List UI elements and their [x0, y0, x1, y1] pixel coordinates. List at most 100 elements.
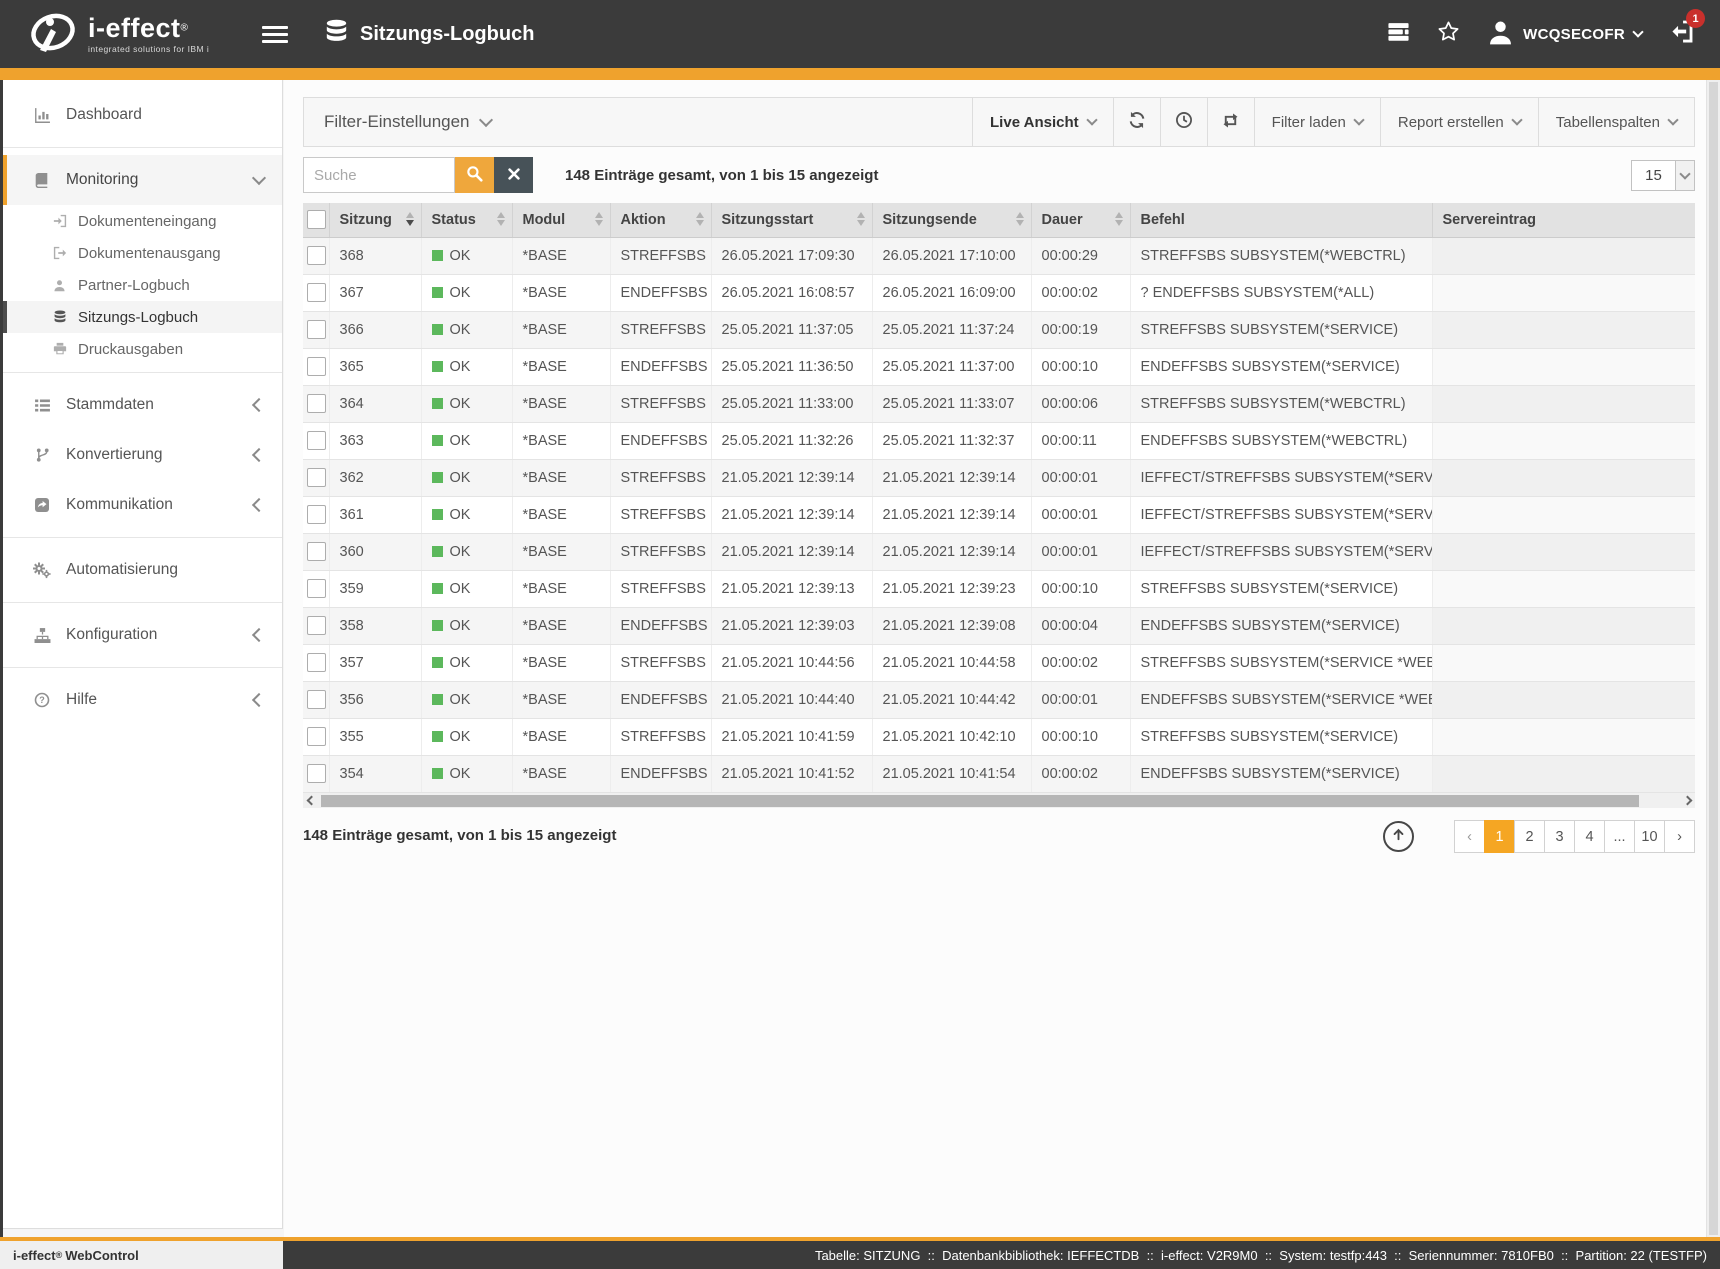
row-checkbox[interactable]: [307, 246, 326, 265]
page-button-1[interactable]: 1: [1484, 820, 1515, 853]
sidebar-item-hilfe[interactable]: ?Hilfe: [3, 675, 282, 725]
row-checkbox[interactable]: [307, 653, 326, 672]
scroll-right-arrow-icon[interactable]: [1679, 793, 1695, 808]
notification-badge[interactable]: 1: [1686, 9, 1705, 28]
live-view-button[interactable]: Live Ansicht: [972, 98, 1113, 146]
row-checkbox[interactable]: [307, 727, 326, 746]
select-all-checkbox[interactable]: [307, 210, 326, 229]
row-checkbox[interactable]: [307, 283, 326, 302]
page-button-10[interactable]: 10: [1634, 820, 1665, 853]
scroll-to-top-button[interactable]: [1383, 821, 1414, 852]
vertical-scrollbar[interactable]: [1706, 80, 1720, 1237]
column-header-status[interactable]: Status: [421, 203, 512, 237]
row-checkbox[interactable]: [307, 542, 326, 561]
table-row[interactable]: 357OK*BASESTREFFSBS21.05.2021 10:44:5621…: [303, 644, 1695, 681]
sort-icon[interactable]: [595, 212, 603, 226]
cell-sitzung: 360: [329, 533, 421, 570]
row-checkbox[interactable]: [307, 690, 326, 709]
scrollbar-thumb[interactable]: [1709, 82, 1718, 1235]
sidebar-item-monitoring[interactable]: Monitoring: [3, 155, 282, 205]
cell-aktion: STREFFSBS: [610, 385, 711, 422]
page-button-2[interactable]: 2: [1514, 820, 1545, 853]
table-row[interactable]: 363OK*BASEENDEFFSBS25.05.2021 11:32:2625…: [303, 422, 1695, 459]
clear-search-button[interactable]: [494, 157, 533, 193]
sidebar-item-dashboard[interactable]: Dashboard: [3, 90, 282, 140]
table-row[interactable]: 365OK*BASEENDEFFSBS25.05.2021 11:36:5025…: [303, 348, 1695, 385]
app-logo[interactable]: i-effect® integrated solutions for IBM i: [28, 9, 240, 60]
refresh-button[interactable]: [1113, 98, 1160, 146]
table-row[interactable]: 359OK*BASESTREFFSBS21.05.2021 12:39:1321…: [303, 570, 1695, 607]
column-header-ende[interactable]: Sitzungsende: [872, 203, 1031, 237]
cell-modul: *BASE: [512, 274, 610, 311]
column-header-start[interactable]: Sitzungsstart: [711, 203, 872, 237]
cell-dauer: 00:00:10: [1031, 348, 1130, 385]
sidebar-item-konvertierung[interactable]: Konvertierung: [3, 430, 282, 480]
row-checkbox[interactable]: [307, 468, 326, 487]
cell-modul: *BASE: [512, 237, 610, 274]
column-header-aktion[interactable]: Aktion: [610, 203, 711, 237]
sort-icon[interactable]: [1115, 212, 1123, 226]
logout-button[interactable]: 1: [1669, 19, 1694, 49]
page-button-4[interactable]: 4: [1574, 820, 1605, 853]
sort-icon[interactable]: [696, 212, 704, 226]
column-header-modul[interactable]: Modul: [512, 203, 610, 237]
cell-start: 21.05.2021 10:44:40: [711, 681, 872, 718]
column-header-dauer[interactable]: Dauer: [1031, 203, 1130, 237]
filter-load-button[interactable]: Filter laden: [1254, 98, 1380, 146]
row-checkbox[interactable]: [307, 764, 326, 783]
table-row[interactable]: 368OK*BASESTREFFSBS26.05.2021 17:09:3026…: [303, 237, 1695, 274]
transpose-button[interactable]: [1207, 98, 1254, 146]
table-row[interactable]: 362OK*BASESTREFFSBS21.05.2021 12:39:1421…: [303, 459, 1695, 496]
column-header-sitzung[interactable]: Sitzung: [329, 203, 421, 237]
sidebar-item-dokumenteneingang[interactable]: Dokumenteneingang: [3, 205, 282, 237]
row-checkbox[interactable]: [307, 320, 326, 339]
page-prev-button[interactable]: ‹: [1454, 820, 1485, 853]
row-checkbox[interactable]: [307, 431, 326, 450]
search-button[interactable]: [455, 157, 494, 193]
table-row[interactable]: 366OK*BASESTREFFSBS25.05.2021 11:37:0525…: [303, 311, 1695, 348]
table-row[interactable]: 361OK*BASESTREFFSBS21.05.2021 12:39:1421…: [303, 496, 1695, 533]
table-row[interactable]: 356OK*BASEENDEFFSBS21.05.2021 10:44:4021…: [303, 681, 1695, 718]
report-create-button[interactable]: Report erstellen: [1380, 98, 1538, 146]
server-icon[interactable]: [1387, 20, 1410, 48]
table-columns-button[interactable]: Tabellenspalten: [1538, 98, 1694, 146]
cell-dauer: 00:00:01: [1031, 681, 1130, 718]
page-ellipsis[interactable]: ...: [1604, 820, 1635, 853]
table-row[interactable]: 367OK*BASEENDEFFSBS26.05.2021 16:08:5726…: [303, 274, 1695, 311]
sidebar-item-konfiguration[interactable]: Konfiguration: [3, 610, 282, 660]
sidebar-item-stammdaten[interactable]: Stammdaten: [3, 380, 282, 430]
sidebar-item-dokumentenausgang[interactable]: Dokumentenausgang: [3, 237, 282, 269]
sort-icon[interactable]: [1016, 212, 1024, 226]
table-row[interactable]: 358OK*BASEENDEFFSBS21.05.2021 12:39:0321…: [303, 607, 1695, 644]
filter-settings-button[interactable]: Filter-Einstellungen: [304, 98, 491, 146]
row-checkbox[interactable]: [307, 357, 326, 376]
row-checkbox[interactable]: [307, 579, 326, 598]
auto-refresh-button[interactable]: [1160, 98, 1207, 146]
user-menu[interactable]: WCQSECOFR: [1487, 19, 1642, 50]
page-next-button[interactable]: ›: [1664, 820, 1695, 853]
page-size-select[interactable]: 15: [1631, 160, 1695, 191]
row-checkbox[interactable]: [307, 616, 326, 635]
sidebar-item-druckausgaben[interactable]: Druckausgaben: [3, 333, 282, 365]
chevron-left-icon: [252, 693, 266, 707]
sidebar-item-partner-logbuch[interactable]: Partner-Logbuch: [3, 269, 282, 301]
sort-icon[interactable]: [497, 212, 505, 226]
horizontal-scrollbar[interactable]: [303, 793, 1695, 808]
table-row[interactable]: 364OK*BASESTREFFSBS25.05.2021 11:33:0025…: [303, 385, 1695, 422]
sidebar-item-automatisierung[interactable]: Automatisierung: [3, 545, 282, 595]
row-checkbox[interactable]: [307, 505, 326, 524]
sort-icon[interactable]: [406, 212, 414, 226]
sidebar-item-sitzungs-logbuch[interactable]: Sitzungs-Logbuch: [3, 301, 282, 333]
scroll-left-arrow-icon[interactable]: [303, 793, 319, 808]
table-row[interactable]: 360OK*BASESTREFFSBS21.05.2021 12:39:1421…: [303, 533, 1695, 570]
table-row[interactable]: 354OK*BASEENDEFFSBS21.05.2021 10:41:5221…: [303, 755, 1695, 792]
search-input[interactable]: [303, 157, 455, 193]
menu-toggle-button[interactable]: [262, 22, 288, 47]
table-row[interactable]: 355OK*BASESTREFFSBS21.05.2021 10:41:5921…: [303, 718, 1695, 755]
scrollbar-thumb[interactable]: [321, 795, 1639, 807]
favorites-star-icon[interactable]: [1437, 20, 1460, 48]
sidebar-item-kommunikation[interactable]: Kommunikation: [3, 480, 282, 530]
sort-icon[interactable]: [857, 212, 865, 226]
row-checkbox[interactable]: [307, 394, 326, 413]
page-button-3[interactable]: 3: [1544, 820, 1575, 853]
